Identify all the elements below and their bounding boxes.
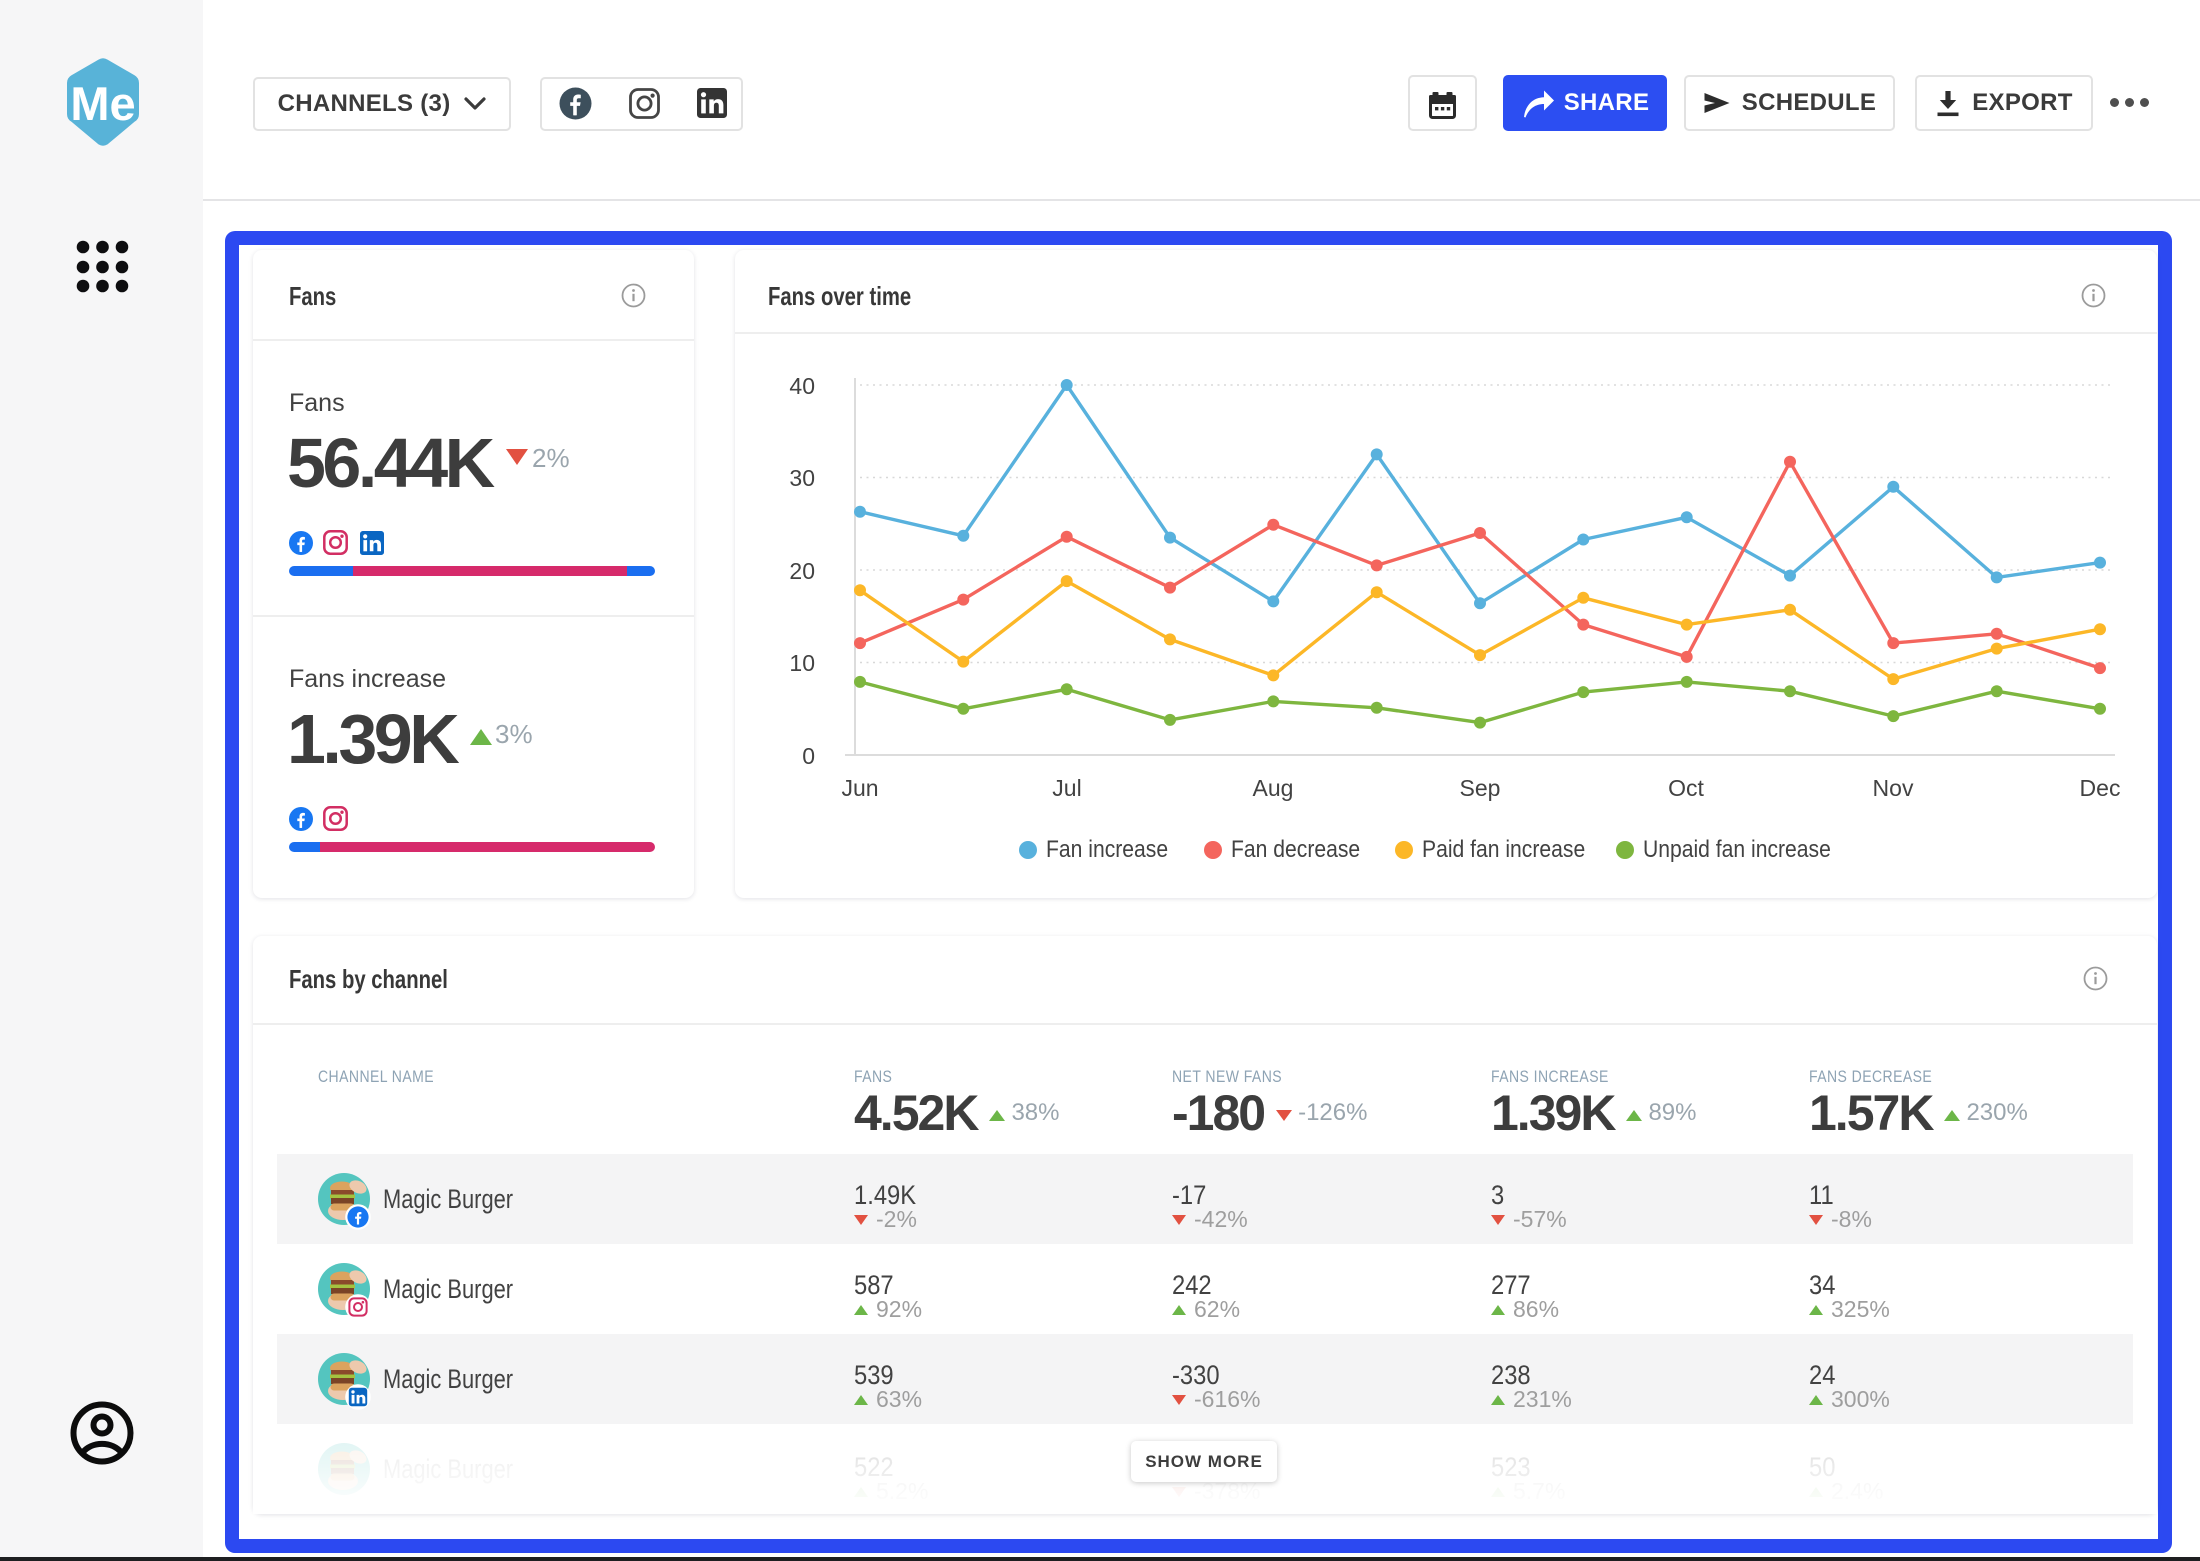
svg-text:Me: Me [70,77,135,130]
